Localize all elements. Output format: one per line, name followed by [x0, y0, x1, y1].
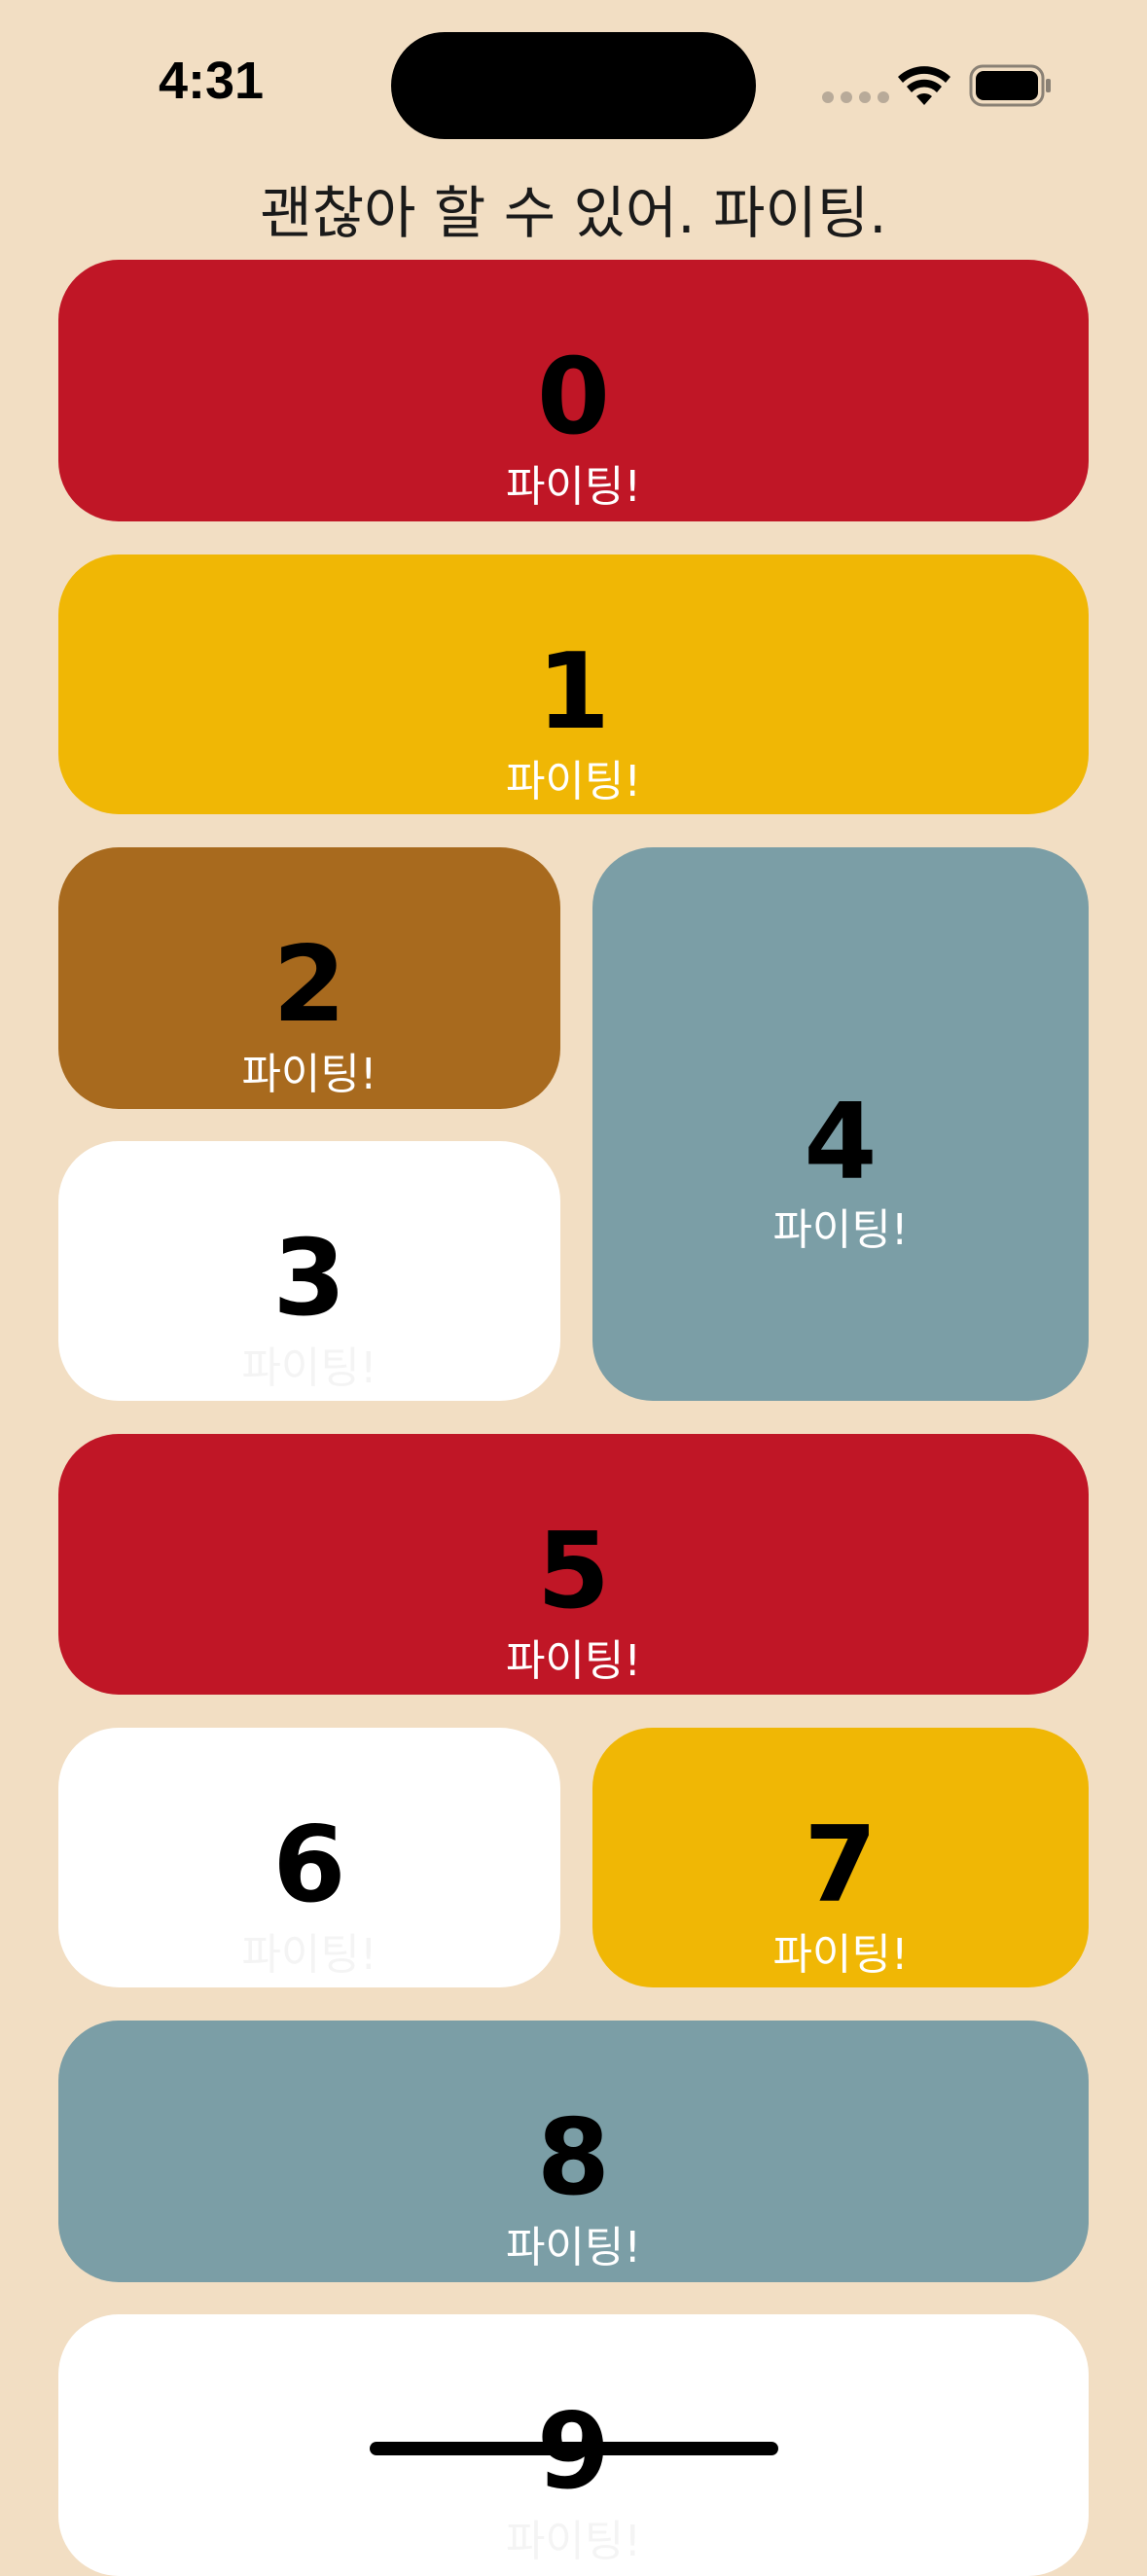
card-cheer-label: 파이팅!	[505, 1636, 642, 1686]
card-cheer-label: 파이팅!	[772, 1205, 909, 1255]
card-cheer-label: 파이팅!	[241, 1930, 377, 1980]
card-cheer-label: 파이팅!	[505, 2517, 642, 2566]
battery-icon	[969, 64, 1053, 111]
card-number: 1	[536, 631, 611, 753]
number-card-0[interactable]: 0 파이팅!	[58, 260, 1089, 521]
card-cheer-label: 파이팅!	[505, 2223, 642, 2272]
number-card-7[interactable]: 7 파이팅!	[592, 1728, 1089, 1987]
card-cheer-label: 파이팅!	[241, 1343, 377, 1393]
number-card-2[interactable]: 2 파이팅!	[58, 847, 560, 1109]
card-cheer-label: 파이팅!	[505, 757, 642, 806]
number-card-8[interactable]: 8 파이팅!	[58, 2021, 1089, 2282]
card-number: 0	[536, 337, 611, 458]
signal-dots-icon	[822, 91, 889, 103]
number-card-6[interactable]: 6 파이팅!	[58, 1728, 560, 1987]
card-cheer-label: 파이팅!	[505, 462, 642, 512]
status-time: 4:31	[159, 52, 265, 110]
card-number: 6	[272, 1805, 346, 1926]
card-number: 4	[804, 1082, 878, 1203]
number-card-3[interactable]: 3 파이팅!	[58, 1141, 560, 1401]
home-indicator[interactable]	[370, 2442, 778, 2455]
number-card-5[interactable]: 5 파이팅!	[58, 1434, 1089, 1695]
card-number: 3	[272, 1218, 346, 1340]
card-cheer-label: 파이팅!	[772, 1930, 909, 1980]
card-number: 5	[536, 1511, 611, 1632]
card-number: 7	[804, 1805, 878, 1926]
card-number: 2	[272, 924, 346, 1046]
number-card-4[interactable]: 4 파이팅!	[592, 847, 1089, 1401]
card-number: 8	[536, 2097, 611, 2219]
card-cheer-label: 파이팅!	[241, 1050, 377, 1099]
number-card-1[interactable]: 1 파이팅!	[58, 555, 1089, 814]
page-title: 괜찮아 할 수 있어. 파이팅.	[260, 180, 887, 246]
wifi-icon	[897, 66, 951, 111]
dynamic-island	[391, 32, 756, 139]
